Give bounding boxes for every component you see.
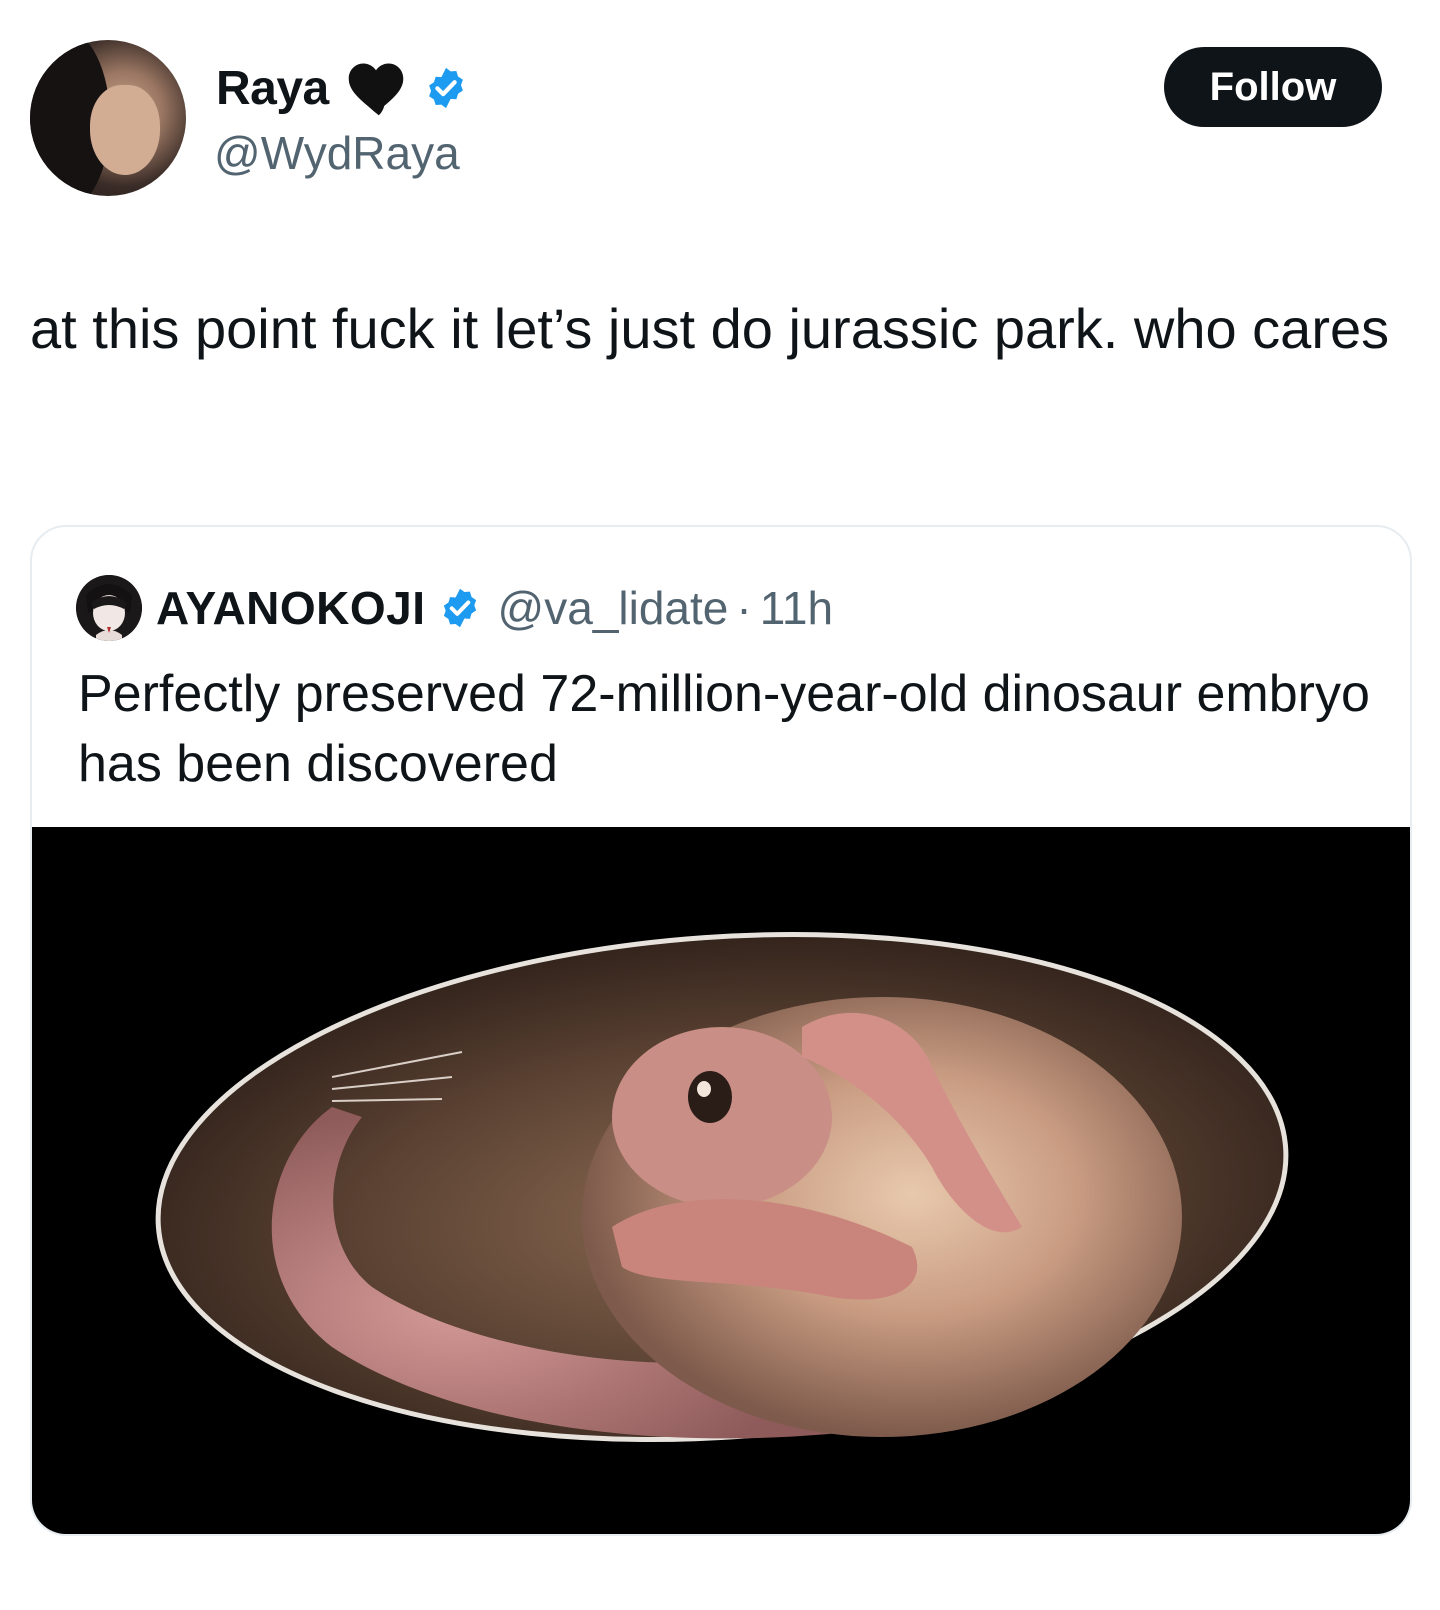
author-display-name[interactable]: Raya [216, 61, 329, 116]
dinosaur-embryo-illustration [155, 932, 1289, 1442]
quoted-tweet-text: Perfectly preserved 72-million-year-old … [78, 665, 1370, 793]
verified-badge-icon [428, 67, 463, 109]
quoted-avatar-art [76, 575, 142, 641]
quoted-tweet-card[interactable]: AYANOKOJI @va_lidate · 11h Perfectly pre… [30, 525, 1412, 1536]
author-handle[interactable]: @WydRaya [214, 126, 460, 180]
quoted-tweet-image[interactable] [32, 827, 1410, 1534]
avatar-face [90, 85, 160, 175]
quoted-display-name[interactable]: AYANOKOJI [156, 581, 426, 635]
quoted-author-avatar[interactable] [76, 575, 142, 641]
author-avatar[interactable] [30, 40, 186, 196]
author-name-row: Raya [216, 58, 469, 118]
quoted-handle[interactable]: @va_lidate [498, 581, 729, 635]
meta-separator: · [736, 582, 752, 634]
quoted-verified-badge-icon [443, 588, 476, 628]
tweet-text: at this point fuck it let’s just do jura… [30, 297, 1390, 360]
follow-button[interactable]: Follow [1164, 47, 1382, 127]
quoted-tweet-header: AYANOKOJI @va_lidate · 11h [76, 575, 833, 641]
quoted-timestamp[interactable]: 11h [760, 581, 833, 635]
black-heart-icon [348, 63, 404, 116]
